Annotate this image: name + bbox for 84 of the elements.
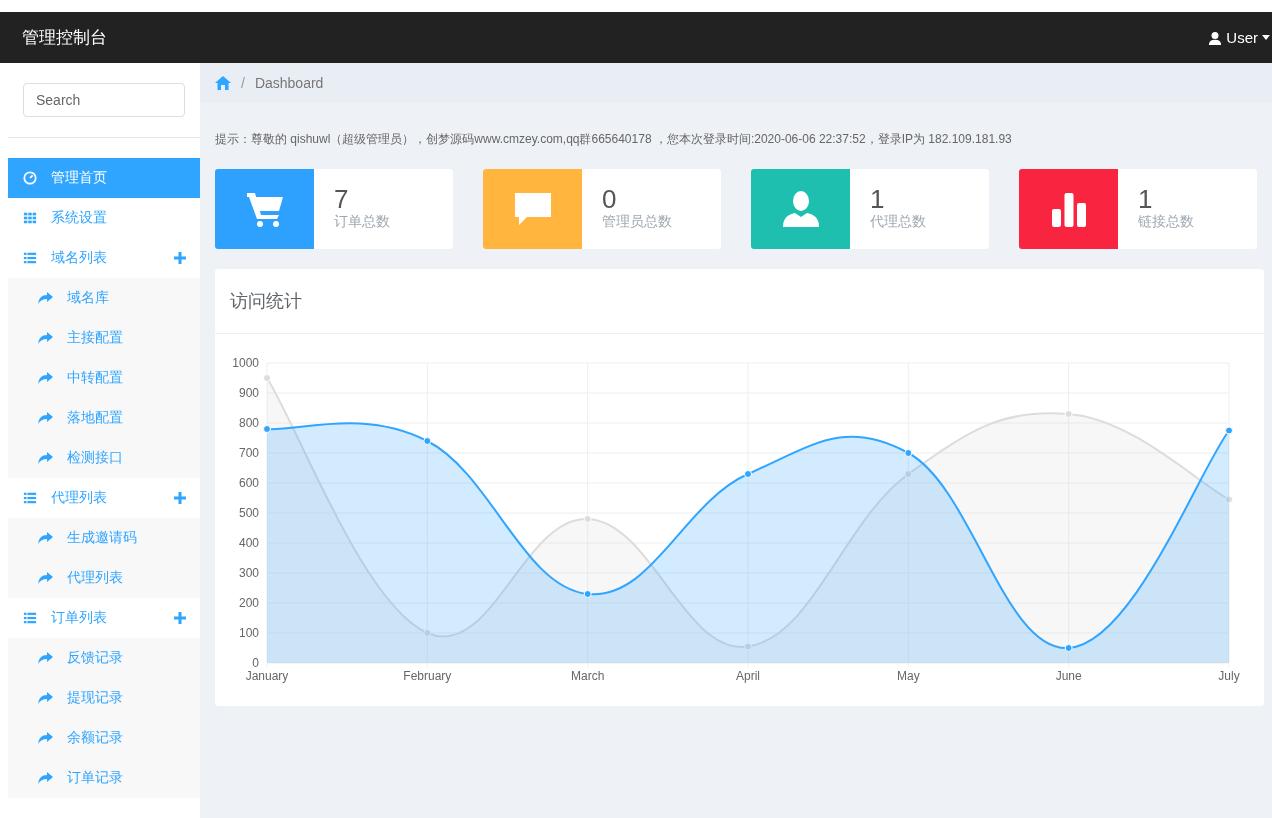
sidebar-item[interactable]: 代理列表 bbox=[8, 478, 200, 518]
point bbox=[1064, 410, 1073, 418]
share-arrow-icon bbox=[38, 692, 53, 704]
plus-icon[interactable] bbox=[174, 252, 186, 264]
sidebar-subitem[interactable]: 生成邀请码 bbox=[8, 518, 200, 558]
point bbox=[904, 470, 913, 478]
axis-tick-label: 1000 bbox=[232, 356, 259, 370]
sidebar-subitem[interactable]: 余额记录 bbox=[8, 718, 200, 758]
stat-value: 1 bbox=[1138, 185, 1154, 213]
point bbox=[1225, 426, 1233, 435]
sidebar-subitem[interactable]: 提现记录 bbox=[8, 678, 200, 718]
point bbox=[263, 374, 271, 382]
sidebar-subitem[interactable]: 落地配置 bbox=[8, 398, 200, 438]
axis-tick-label: 100 bbox=[238, 626, 259, 640]
sidebar-subitem[interactable]: 反馈记录 bbox=[8, 638, 200, 678]
share-arrow-icon bbox=[38, 332, 53, 344]
point bbox=[583, 590, 592, 598]
grid-icon bbox=[23, 211, 37, 225]
share-arrow-icon bbox=[38, 292, 53, 304]
stat-value: 7 bbox=[334, 185, 350, 213]
caret-icon bbox=[1262, 35, 1270, 40]
share-arrow-icon bbox=[38, 412, 53, 424]
axis-tick-label: 700 bbox=[238, 446, 259, 460]
point bbox=[583, 515, 592, 523]
point bbox=[1064, 644, 1073, 652]
list-icon bbox=[23, 491, 37, 505]
axis-tick-label: 900 bbox=[238, 386, 259, 400]
axis-tick-label: May bbox=[897, 669, 920, 683]
axis-tick-label: April bbox=[736, 669, 760, 683]
axis-tick-label: July bbox=[1218, 669, 1240, 683]
stat-value: 1 bbox=[870, 185, 886, 213]
user-icon bbox=[1208, 30, 1223, 45]
list-icon bbox=[23, 611, 37, 625]
search-field[interactable]: Search bbox=[23, 83, 185, 117]
sidebar-subitem[interactable]: 主接配置 bbox=[8, 318, 200, 358]
axis-tick-label: June bbox=[1055, 669, 1082, 683]
axis-tick-label: 400 bbox=[238, 536, 259, 550]
point bbox=[263, 425, 271, 433]
stat-label: 链接总数 bbox=[1138, 213, 1194, 231]
share-arrow-icon bbox=[38, 772, 53, 784]
point bbox=[423, 629, 432, 637]
sidebar-subitem[interactable]: 中转配置 bbox=[8, 358, 200, 398]
gauge-icon bbox=[23, 171, 37, 185]
axis-tick-label: 600 bbox=[238, 476, 259, 490]
axis-tick-label: 0 bbox=[252, 656, 259, 670]
share-arrow-icon bbox=[38, 572, 53, 584]
list-icon bbox=[23, 251, 37, 265]
share-arrow-icon bbox=[38, 532, 53, 544]
sidebar-item[interactable]: 订单列表 bbox=[8, 598, 200, 638]
user-menu[interactable]: User bbox=[1208, 29, 1270, 46]
app-title: 管理控制台 bbox=[22, 27, 107, 49]
login-notice: 提示：尊敬的 qishuwl（超级管理员），创梦源码www.cmzey.com,qq群665640178 ，您本次登录时间:2020-06-06 22:37:52，登录IP为 182.109.181.93 bbox=[215, 132, 1012, 146]
stat-value: 0 bbox=[602, 185, 618, 213]
axis-tick-label: 500 bbox=[238, 506, 259, 520]
plus-icon[interactable] bbox=[174, 492, 186, 504]
sidebar-item[interactable]: 管理首页 bbox=[8, 158, 200, 198]
axis-tick-label: 800 bbox=[238, 416, 259, 430]
breadcrumb-item: Dashboard bbox=[254, 75, 324, 91]
axis-tick-label: February bbox=[403, 669, 452, 683]
sidebar-subitem[interactable]: 域名库 bbox=[8, 278, 200, 318]
stat-label: 管理员总数 bbox=[602, 213, 672, 231]
sidebar-item[interactable]: 系统设置 bbox=[8, 198, 200, 238]
panel-title: 访问统计 bbox=[230, 290, 302, 313]
axis-tick-label: 300 bbox=[238, 566, 259, 580]
breadcrumb-separator: / bbox=[241, 75, 245, 91]
point bbox=[744, 470, 752, 478]
home-icon[interactable] bbox=[215, 76, 231, 90]
sidebar-subitem[interactable]: 检测接口 bbox=[8, 438, 200, 478]
axis-tick-label: January bbox=[245, 669, 289, 683]
axis-tick-label: 200 bbox=[238, 596, 259, 610]
share-arrow-icon bbox=[38, 652, 53, 664]
stat-label: 订单总数 bbox=[334, 213, 390, 231]
stat-label: 代理总数 bbox=[870, 213, 926, 231]
sidebar-subitem[interactable]: 订单记录 bbox=[8, 758, 200, 798]
point bbox=[904, 449, 913, 457]
sidebar-item[interactable]: 域名列表 bbox=[8, 238, 200, 278]
point bbox=[423, 437, 432, 445]
share-arrow-icon bbox=[38, 732, 53, 744]
sidebar-subitem[interactable]: 代理列表 bbox=[8, 558, 200, 598]
share-arrow-icon bbox=[38, 452, 53, 464]
plus-icon[interactable] bbox=[174, 612, 186, 624]
user-icon bbox=[780, 189, 821, 229]
axis-tick-label: March bbox=[571, 669, 605, 683]
share-arrow-icon bbox=[38, 372, 53, 384]
